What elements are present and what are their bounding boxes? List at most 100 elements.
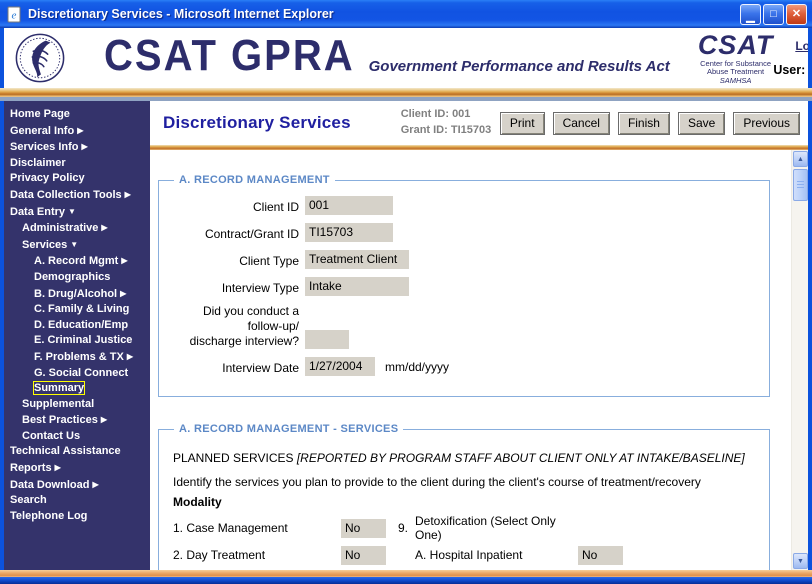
internet-explorer-icon: e [7,6,21,22]
service-number: 9. [398,521,409,536]
sidebar-item-label: Data Collection Tools [10,188,122,201]
sidebar-item-label: Best Practices [22,414,98,427]
gpra-logo-text: CSAT GPRA [104,31,355,80]
interview-date-field[interactable]: 1/27/2004 [305,357,375,376]
did-you-conduct-a-follow-up-field[interactable] [305,330,349,349]
sidebar-item-label: Technical Assistance [10,445,121,458]
field-row-client-id: Client ID 001 [169,196,761,215]
client-id-label: Client ID: 001 [400,108,471,121]
sidebar-item-summary[interactable]: Summary [10,381,148,397]
chevron-right-icon: ▶ [81,142,88,152]
sidebar-item-disclaimer[interactable]: Disclaimer [10,156,148,172]
scroll-up-icon[interactable]: ▲ [793,151,808,167]
sidebar-item-label: B. Drug/Alcohol [34,287,118,300]
planned-services-line: PLANNED SERVICES [REPORTED BY PROGRAM ST… [173,451,745,465]
sidebar-item-c-family-living[interactable]: C. Family & Living [10,302,148,318]
sidebar-item-label: Data Download [10,478,90,491]
services-instruction: Identify the services you plan to provid… [173,474,701,489]
service-label: 1. Case Management [173,521,288,536]
cancel-button[interactable]: Cancel [552,111,610,135]
sidebar-item-e-criminal-justice[interactable]: E. Criminal Justice [10,333,148,349]
sidebar-item-services-info[interactable]: Services Info ▶ [10,139,148,156]
finish-button[interactable]: Finish [617,111,670,135]
sidebar-item-data-download[interactable]: Data Download ▶ [10,477,148,494]
sidebar-item-label: D. Education/Emp [34,318,129,331]
sidebar-item-label: Disclaimer [10,156,66,169]
record-management-section: A. RECORD MANAGEMENT Client ID 001 Contrac… [158,174,770,397]
a-hospital-inpatient-field[interactable]: No [578,545,623,565]
vertical-scrollbar[interactable]: ▲ ▼ [791,150,808,570]
sidebar-item-search[interactable]: Search [10,493,148,509]
service-label: Detoxification (Select Only One) [415,514,556,543]
previous-button[interactable]: Previous [733,111,800,135]
sidebar-item-contact-us[interactable]: Contact Us [10,429,148,445]
csat-logo-line3: SAMHSA [719,75,752,85]
toolbar: Print Cancel Finish Save Previous [499,111,800,135]
field-row-interview-type: Interview Type Intake [169,277,761,296]
record-management-fields: Client ID 001 Contract/Grant ID TI15703 Clie… [169,196,761,376]
sidebar-item-demographics[interactable]: Demographics [10,270,148,286]
chevron-right-icon: ▶ [92,479,99,489]
sidebar-item-label: Data Entry [10,205,66,218]
sidebar-item-label: Summary [32,381,86,396]
sidebar-item-b-drug-alcohol[interactable]: B. Drug/Alcohol ▶ [10,286,148,303]
print-button[interactable]: Print [499,111,545,135]
hhs-logo-icon [15,33,65,83]
maximize-button[interactable]: □ [763,3,784,25]
logout-link[interactable]: Logout [795,39,808,53]
site-banner: CSAT GPRA Government Performance and Res… [4,28,808,88]
chevron-right-icon: ▶ [77,125,84,135]
sidebar-item-general-info[interactable]: General Info ▶ [10,123,148,140]
chevron-right-icon: ▶ [120,288,127,298]
save-button[interactable]: Save [677,111,726,135]
close-button[interactable]: ✕ [786,3,807,25]
field-label: Contract/Grant ID [204,227,299,241]
sidebar-item-administrative[interactable]: Administrative ▶ [10,220,148,237]
field-label: Interview Type [221,281,299,295]
chevron-right-icon: ▶ [126,351,134,361]
sidebar-item-privacy-policy[interactable]: Privacy Policy [10,171,148,187]
sidebar-item-label: A. Record Mgmt [34,255,119,268]
modality-heading: Modality [173,494,222,509]
2-day-treatment-field[interactable]: No [341,545,386,565]
title-bar: e Discretionary Services - Microsoft Int… [0,0,812,28]
sidebar-item-label: Privacy Policy [10,172,85,185]
sidebar-item-label: General Info [10,124,75,137]
sidebar-item-label: Supplemental [22,397,95,410]
sidebar-item-data-entry[interactable]: Data Entry ▼ [10,204,148,221]
chevron-right-icon: ▶ [54,463,61,473]
csat-logo-acronym: CSAT [697,29,774,60]
client-type-field[interactable]: Treatment Client [305,250,409,269]
sidebar-item-label: Telephone Log [10,509,88,522]
contract-grant-id-field[interactable]: TI15703 [305,223,393,242]
sidebar-item-label: Administrative [22,222,99,235]
client-id-field[interactable]: 001 [305,196,393,215]
sidebar-nav: Home Page General Info ▶ Services Info ▶ Disc… [4,101,150,570]
sidebar-item-best-practices[interactable]: Best Practices ▶ [10,412,148,429]
interview-type-field[interactable]: Intake [305,277,409,296]
sidebar-item-g-social-connect[interactable]: G. Social Connect [10,366,148,382]
minimize-button[interactable]: ▁ [740,3,761,25]
svg-text:e: e [12,9,17,21]
1-case-management-field[interactable]: No [341,518,386,538]
sidebar-item-reports[interactable]: Reports ▶ [10,460,148,477]
sidebar-item-label: Reports [10,462,52,475]
sidebar-item-telephone-log[interactable]: Telephone Log [10,509,148,525]
field-label: Client Type [239,254,299,268]
field-label: Client ID [252,200,299,214]
field-row-interview-date: Interview Date 1/27/2004 mm/dd/yyyy [169,357,761,376]
sidebar-item-services[interactable]: Services ▼ [10,237,148,254]
sidebar-item-d-education-emp[interactable]: D. Education/Emp [10,318,148,334]
gpra-tagline: Government Performance and Results Act [368,57,670,75]
sidebar-item-f-problems-tx[interactable]: F. Problems & TX ▶ [10,349,148,366]
sidebar-item-a-record-mgmt[interactable]: A. Record Mgmt ▶ [10,253,148,270]
scroll-down-icon[interactable]: ▼ [793,553,808,569]
services-section: A. RECORD MANAGEMENT - SERVICES PLANNED … [158,423,770,570]
sidebar-item-label: Search [10,494,47,507]
sidebar-item-data-collection-tools[interactable]: Data Collection Tools ▶ [10,187,148,204]
sidebar-item-supplemental[interactable]: Supplemental [10,397,148,413]
scrollbar-thumb[interactable] [793,169,808,201]
sidebar-item-technical-assistance[interactable]: Technical Assistance [10,444,148,460]
csat-logo: CSAT Center for Substance Abuse Treatmen… [697,29,774,85]
sidebar-item-home-page[interactable]: Home Page [10,107,148,123]
